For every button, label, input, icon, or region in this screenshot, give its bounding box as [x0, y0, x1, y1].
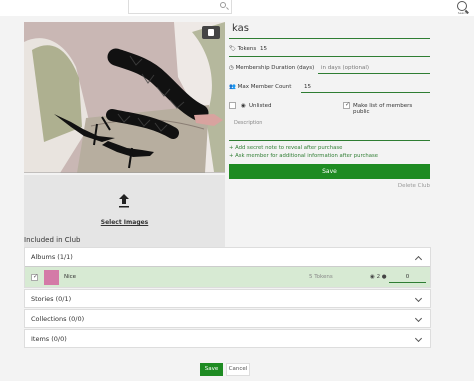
eye-icon: ◉ — [241, 103, 246, 109]
max-member-input[interactable]: 15 — [301, 83, 430, 93]
duration-input[interactable]: in days (optional) — [318, 64, 430, 74]
max-member-label: 👥 Max Member Count — [229, 84, 292, 90]
description-placeholder: Description — [234, 120, 263, 126]
search-input[interactable] — [128, 0, 232, 14]
club-cover-image — [24, 22, 225, 173]
select-images-label: Select Images — [100, 219, 149, 226]
tag-icon: 🏷 — [229, 46, 236, 52]
extra-options: + Add secret note to reveal after purcha… — [229, 144, 430, 160]
albums-header[interactable]: Albums (1/1) — [25, 248, 430, 266]
ask-member-link[interactable]: + Ask member for additional information … — [229, 152, 430, 160]
chevron-up-icon[interactable] — [414, 255, 423, 264]
chevron-down-icon[interactable] — [414, 294, 423, 303]
search-icon[interactable] — [220, 2, 226, 8]
users-icon: 👥 — [229, 84, 236, 90]
unlisted-checkbox[interactable] — [229, 102, 236, 109]
album-row[interactable]: Nice 5 Tokens ◉ 2 ● 0 — [25, 266, 430, 287]
tokens-underline — [229, 56, 430, 57]
album-checkbox[interactable] — [31, 273, 38, 281]
album-name: Nice — [64, 274, 77, 280]
secret-note-link[interactable]: + Add secret note to reveal after purcha… — [229, 144, 430, 152]
collections-title: Collections (0/0) — [31, 315, 85, 323]
chevron-down-icon[interactable] — [414, 334, 423, 343]
description-input[interactable]: Description — [229, 115, 430, 141]
upload-icon — [119, 194, 129, 208]
album-tokens: 5 Tokens — [309, 274, 333, 280]
chevron-down-icon[interactable] — [414, 314, 423, 323]
collections-header[interactable]: Collections (0/0) — [25, 310, 430, 328]
camera-icon: ◉ 2 ● — [370, 274, 387, 280]
save-button[interactable]: Save — [200, 363, 223, 376]
items-section: Items (0/0) — [24, 329, 431, 348]
search-icon[interactable] — [457, 1, 467, 11]
tokens-icon-label: 🏷 Tokens — [229, 46, 256, 52]
delete-image-button[interactable] — [202, 26, 220, 39]
footer-actions: Save Cancel — [196, 361, 259, 378]
tokens-input[interactable]: 15 — [260, 46, 267, 52]
unlisted-label: Unlisted — [249, 103, 272, 109]
items-header[interactable]: Items (0/0) — [25, 330, 430, 348]
stories-title: Stories (0/1) — [31, 295, 72, 303]
public-members-label: Make list of members public — [353, 103, 413, 115]
albums-title: Albums (1/1) — [31, 253, 73, 261]
album-count: 2 — [376, 274, 381, 280]
tokens-row: 🏷 Tokens 15 — [229, 39, 430, 58]
public-members-checkbox[interactable] — [343, 101, 350, 109]
included-title: Included in Club — [24, 236, 81, 244]
stories-header[interactable]: Stories (0/1) — [25, 290, 430, 308]
save-club-button[interactable]: Save — [229, 164, 430, 179]
tokens-label: Tokens — [237, 46, 257, 52]
club-photo-svg — [24, 22, 225, 173]
clock-icon: ◷ — [229, 65, 234, 71]
albums-section: Albums (1/1) Nice 5 Tokens ◉ 2 ● 0 — [24, 247, 431, 288]
visibility-options: ◉ Unlisted Make list of members public — [229, 101, 430, 115]
top-bar: Search — [0, 0, 474, 16]
duration-label: ◷ Membership Duration (days) — [229, 65, 315, 71]
cancel-button[interactable]: Cancel — [226, 363, 250, 376]
club-name-field[interactable]: kas — [229, 21, 430, 39]
album-thumbnail — [44, 270, 59, 285]
items-title: Items (0/0) — [31, 335, 67, 343]
club-form: kas 🏷 Tokens 15 ◷ Membership Duration (d… — [229, 21, 430, 189]
stories-section: Stories (0/1) — [24, 289, 431, 308]
duration-row: ◷ Membership Duration (days) in days (op… — [229, 58, 430, 77]
search-label: Search — [457, 11, 468, 15]
delete-club-link[interactable]: Delete Club — [229, 183, 430, 189]
max-member-row: 👥 Max Member Count 15 — [229, 77, 430, 96]
album-token-input[interactable]: 0 — [389, 273, 426, 283]
collections-section: Collections (0/0) — [24, 309, 431, 328]
